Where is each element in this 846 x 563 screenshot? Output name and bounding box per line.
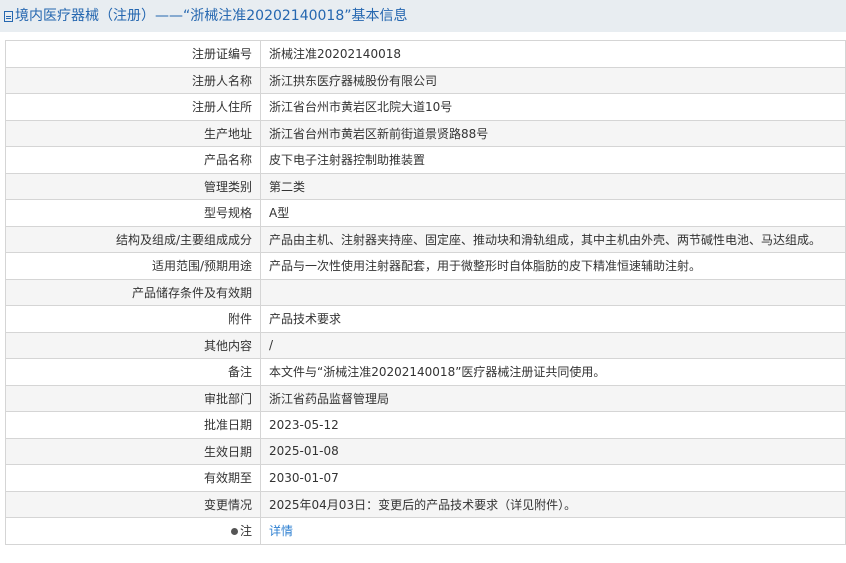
row-value: 产品由主机、注射器夹持座、固定座、推动块和滑轨组成，其中主机由外壳、两节碱性电池… — [260, 225, 846, 253]
table-row: 管理类别 第二类 — [5, 172, 846, 200]
row-value: 浙江省台州市黄岩区新前街道景贤路88号 — [260, 119, 846, 147]
info-table: 注册证编号 浙械注准20202140018 注册人名称 浙江拱东医疗器械股份有限公司注… — [5, 40, 846, 545]
document-icon — [4, 10, 13, 22]
row-value: 2025年04月03日：变更后的产品技术要求（详见附件）。 — [260, 490, 846, 518]
row-value: 2025-01-08 — [260, 437, 846, 465]
note-row: 注 详情 — [5, 517, 846, 545]
row-label: 注册证编号 — [5, 40, 261, 68]
table-row: 批准日期 2023-05-12 — [5, 411, 846, 439]
details-link[interactable]: 详情 — [269, 524, 293, 538]
row-label: 注册人住所 — [5, 93, 261, 121]
row-label: 适用范围/预期用途 — [5, 252, 261, 280]
row-label: 生效日期 — [5, 437, 261, 465]
table-row: 生产地址 浙江省台州市黄岩区新前街道景贤路88号 — [5, 119, 846, 147]
row-value: 本文件与“浙械注准20202140018”医疗器械注册证共同使用。 — [260, 358, 846, 386]
row-label: 管理类别 — [5, 172, 261, 200]
row-value: 浙江省台州市黄岩区北院大道10号 — [260, 93, 846, 121]
row-value: 2023-05-12 — [260, 411, 846, 439]
table-row: 适用范围/预期用途 产品与一次性使用注射器配套，用于微整形时自体脂肪的皮下精准恒速… — [5, 252, 846, 280]
row-label: 产品名称 — [5, 146, 261, 174]
row-value: 第二类 — [260, 172, 846, 200]
table-row: 型号规格 A型 — [5, 199, 846, 227]
table-row: 其他内容 / — [5, 331, 846, 359]
row-value: 产品与一次性使用注射器配套，用于微整形时自体脂肪的皮下精准恒速辅助注射。 — [260, 252, 846, 280]
table-row: 审批部门 浙江省药品监督管理局 — [5, 384, 846, 412]
row-value: 浙江省药品监督管理局 — [260, 384, 846, 412]
row-label: 变更情况 — [5, 490, 261, 518]
row-label: 备注 — [5, 358, 261, 386]
row-value: 浙械注准20202140018 — [260, 40, 846, 68]
row-value: 2030-01-07 — [260, 464, 846, 492]
table-row: 结构及组成/主要组成成分 产品由主机、注射器夹持座、固定座、推动块和滑轨组成，其中… — [5, 225, 846, 253]
row-label: 注册人名称 — [5, 66, 261, 94]
note-value: 详情 — [260, 517, 846, 545]
table-row: 附件 产品技术要求 — [5, 305, 846, 333]
row-value — [260, 278, 846, 306]
row-label: 生产地址 — [5, 119, 261, 147]
table-row: 产品名称 皮下电子注射器控制助推装置 — [5, 146, 846, 174]
table-row: 生效日期 2025-01-08 — [5, 437, 846, 465]
table-row: 产品储存条件及有效期 — [5, 278, 846, 306]
table-row: 有效期至 2030-01-07 — [5, 464, 846, 492]
row-label: 审批部门 — [5, 384, 261, 412]
pin-icon — [230, 528, 238, 536]
page-title-text: 境内医疗器械（注册）——“浙械注准20202140018”基本信息 — [15, 8, 408, 24]
note-label: 注 — [5, 517, 261, 545]
row-label: 批准日期 — [5, 411, 261, 439]
row-value: A型 — [260, 199, 846, 227]
table-row: 注册人名称 浙江拱东医疗器械股份有限公司 — [5, 66, 846, 94]
row-label: 产品储存条件及有效期 — [5, 278, 261, 306]
note-label-text: 注 — [239, 524, 252, 539]
row-label: 其他内容 — [5, 331, 261, 359]
page-title: 境内医疗器械（注册）——“浙械注准20202140018”基本信息 — [0, 0, 846, 32]
table-row: 注册证编号 浙械注准20202140018 — [5, 40, 846, 68]
row-label: 型号规格 — [5, 199, 261, 227]
table-row: 备注 本文件与“浙械注准20202140018”医疗器械注册证共同使用。 — [5, 358, 846, 386]
row-label: 结构及组成/主要组成成分 — [5, 225, 261, 253]
table-row: 注册人住所 浙江省台州市黄岩区北院大道10号 — [5, 93, 846, 121]
row-label: 附件 — [5, 305, 261, 333]
row-value: 浙江拱东医疗器械股份有限公司 — [260, 66, 846, 94]
row-value: 产品技术要求 — [260, 305, 846, 333]
row-value: / — [260, 331, 846, 359]
row-value: 皮下电子注射器控制助推装置 — [260, 146, 846, 174]
table-row: 变更情况 2025年04月03日：变更后的产品技术要求（详见附件）。 — [5, 490, 846, 518]
row-label: 有效期至 — [5, 464, 261, 492]
